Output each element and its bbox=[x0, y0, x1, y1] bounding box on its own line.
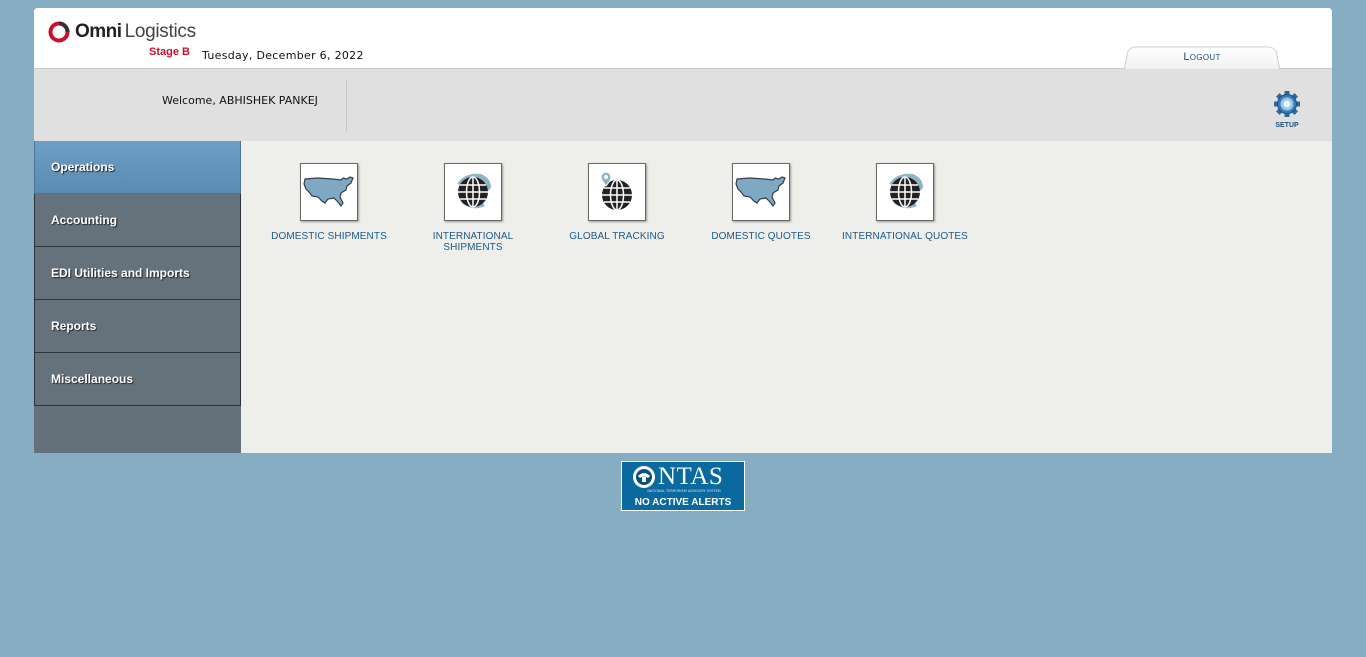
sidebar-item-miscellaneous[interactable]: Miscellaneous bbox=[34, 353, 241, 406]
setup-label: SETUP bbox=[1275, 122, 1299, 129]
setup-button[interactable]: SETUP bbox=[1270, 91, 1304, 129]
omni-logo-icon bbox=[48, 21, 70, 43]
header: Omni Logistics Stage B Tuesday, December… bbox=[34, 8, 1332, 69]
stage-label: Stage B bbox=[149, 46, 190, 58]
tile-label: GLOBAL TRACKING bbox=[569, 231, 665, 242]
tile-global-tracking[interactable]: GLOBAL TRACKING bbox=[547, 163, 687, 242]
sidebar-item-operations[interactable]: Operations bbox=[34, 141, 252, 194]
globe-icon bbox=[457, 173, 491, 209]
divider bbox=[346, 80, 347, 132]
tile-domestic-shipments[interactable]: DOMESTIC SHIPMENTS bbox=[259, 163, 399, 242]
tile-label: DOMESTIC QUOTES bbox=[711, 231, 811, 242]
tile-icon-box bbox=[732, 163, 790, 221]
ntas-banner[interactable]: NTAS NATIONAL TERRORISM ADVISORY SYSTEM … bbox=[621, 461, 745, 511]
current-date: Tuesday, December 6, 2022 bbox=[202, 49, 364, 62]
tile-international-quotes[interactable]: INTERNATIONAL QUOTES bbox=[835, 163, 975, 242]
sidebar-item-label: Operations bbox=[51, 160, 115, 174]
sidebar-item-reports[interactable]: Reports bbox=[34, 300, 241, 353]
welcome-text: Welcome, ABHISHEK PANKEJ bbox=[162, 94, 318, 107]
logo-text-logistics: Logistics bbox=[124, 21, 197, 42]
us-map-icon bbox=[303, 176, 354, 208]
us-map-icon bbox=[735, 176, 786, 208]
sidebar-item-label: Miscellaneous bbox=[51, 372, 134, 386]
app-window: Omni Logistics Stage B Tuesday, December… bbox=[34, 8, 1332, 453]
tile-domestic-quotes[interactable]: DOMESTIC QUOTES bbox=[691, 163, 831, 242]
globe-icon bbox=[889, 173, 923, 209]
main-content: DOMESTIC SHIPMENTS INTERNATIONAL SHIPMEN… bbox=[241, 141, 1332, 453]
logout-button[interactable]: Logout bbox=[1124, 51, 1280, 63]
dhs-seal-icon bbox=[633, 466, 655, 488]
tile-label: INTERNATIONAL QUOTES bbox=[842, 231, 968, 242]
tile-label: DOMESTIC SHIPMENTS bbox=[271, 231, 387, 242]
tile-icon-box bbox=[300, 163, 358, 221]
tile-international-shipments[interactable]: INTERNATIONAL SHIPMENTS bbox=[403, 163, 543, 253]
gear-icon bbox=[1274, 91, 1300, 117]
tile-icon-box bbox=[876, 163, 934, 221]
tile-icon-box bbox=[588, 163, 646, 221]
tile-label: INTERNATIONAL SHIPMENTS bbox=[432, 231, 514, 253]
ntas-subtitle: NATIONAL TERRORISM ADVISORY SYSTEM bbox=[647, 489, 721, 493]
sidebar-item-label: Reports bbox=[51, 319, 97, 333]
ntas-title: NTAS bbox=[658, 463, 724, 490]
ntas-alert-status: NO ACTIVE ALERTS bbox=[634, 497, 732, 508]
sidebar: Operations Accounting EDI Utilities and … bbox=[34, 141, 252, 453]
tile-icon-box bbox=[444, 163, 502, 221]
sidebar-item-label: Accounting bbox=[51, 213, 117, 227]
sidebar-item-label: EDI Utilities and Imports bbox=[51, 266, 190, 280]
logo-text-omni: Omni bbox=[75, 21, 122, 42]
sidebar-item-edi-utilities[interactable]: EDI Utilities and Imports bbox=[34, 247, 241, 300]
welcome-bar: Welcome, ABHISHEK PANKEJ SETUP bbox=[34, 69, 1332, 141]
globe-pin-icon bbox=[600, 171, 632, 211]
omni-logistics-logo[interactable]: Omni Logistics bbox=[48, 19, 196, 45]
sidebar-item-accounting[interactable]: Accounting bbox=[34, 194, 241, 247]
